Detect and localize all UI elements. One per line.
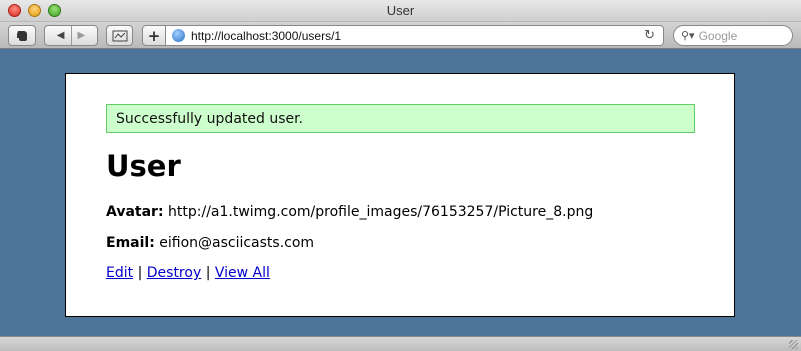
forward-arrow-icon[interactable]: ▶	[78, 30, 86, 41]
page-title: User	[106, 149, 181, 183]
avatar-label: Avatar:	[106, 204, 164, 220]
link-separator: |	[137, 265, 143, 281]
edit-link[interactable]: Edit	[106, 265, 133, 281]
address-url[interactable]: http://localhost:3000/users/1	[191, 29, 644, 43]
add-bookmark-button[interactable]: +	[142, 25, 166, 46]
search-input[interactable]	[698, 28, 781, 43]
email-value: eifion@asciicasts.com	[159, 235, 315, 251]
address-bar[interactable]: http://localhost:3000/users/1 ↻	[166, 25, 664, 46]
avatar-field: Avatar: http://a1.twimg.com/profile_imag…	[106, 204, 593, 220]
evernote-button[interactable]	[8, 25, 36, 46]
browser-toolbar: ◀ ▶ + http://localhost:3000/users/1 ↻ ⚲▾	[0, 22, 801, 49]
back-forward-buttons: ◀ ▶	[44, 25, 98, 46]
elephant-icon	[17, 30, 27, 41]
back-arrow-icon[interactable]: ◀	[57, 30, 65, 41]
divider	[70, 26, 72, 45]
search-box[interactable]: ⚲▾	[673, 25, 793, 46]
avatar-value: http://a1.twimg.com/profile_images/76153…	[168, 204, 594, 220]
view-all-link[interactable]: View All	[215, 265, 270, 281]
resize-grip-icon[interactable]	[789, 340, 798, 349]
snapshot-button[interactable]	[106, 25, 133, 46]
action-links: Edit | Destroy | View All	[106, 265, 270, 281]
window-title: User	[386, 3, 415, 18]
page-viewport: Successfully updated user. User Avatar: …	[0, 49, 801, 336]
search-icon: ⚲▾	[681, 29, 695, 42]
link-separator: |	[205, 265, 211, 281]
snapshot-icon	[112, 30, 127, 41]
email-field: Email: eifion@asciicasts.com	[106, 235, 314, 251]
reload-icon[interactable]: ↻	[644, 28, 655, 43]
window-titlebar: User	[0, 0, 801, 22]
status-bar	[0, 336, 801, 351]
destroy-link[interactable]: Destroy	[147, 265, 201, 281]
content-container: Successfully updated user. User Avatar: …	[65, 73, 735, 317]
globe-icon	[172, 29, 185, 42]
flash-notice: Successfully updated user.	[106, 104, 695, 133]
email-label: Email:	[106, 235, 155, 251]
